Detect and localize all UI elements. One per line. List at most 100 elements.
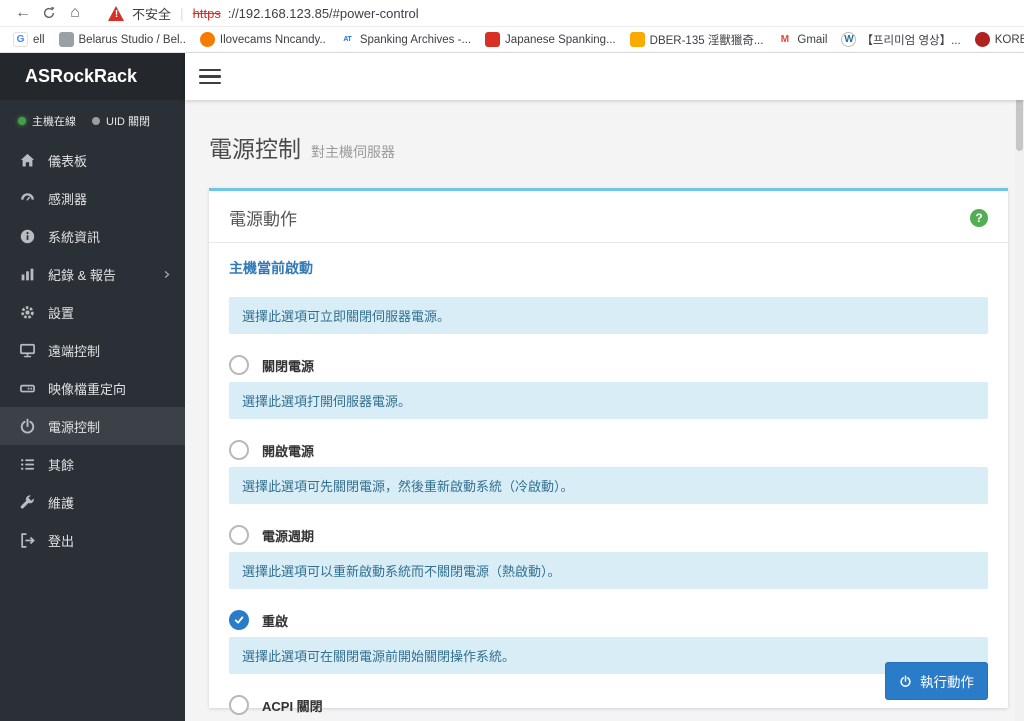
option-description-power-on: 選擇此選項打開伺服器電源。 bbox=[229, 382, 988, 419]
sidebar-item-label: 設置 bbox=[48, 305, 75, 321]
status-uid-off[interactable]: UID 關閉 bbox=[92, 113, 150, 129]
bookmark-label: ell bbox=[33, 33, 45, 46]
bookmark-label: Ilovecams Nncandy.. bbox=[219, 33, 326, 46]
gmail-favicon: M bbox=[777, 32, 793, 47]
info-icon bbox=[19, 228, 36, 245]
option-label: 開啟電源 bbox=[262, 443, 315, 459]
url-text: ://192.168.123.85/#power-control bbox=[227, 5, 419, 21]
sidebar-item-label: 其餘 bbox=[48, 457, 75, 473]
power-option-power-on[interactable]: 開啟電源 bbox=[229, 440, 988, 460]
address-separator: | bbox=[180, 5, 184, 21]
power-option-acpi-shutdown[interactable]: ACPI 關閉 bbox=[229, 695, 988, 715]
menu-toggle-icon[interactable] bbox=[199, 65, 221, 89]
sidebar-item-label: 系統資訊 bbox=[48, 229, 101, 245]
at-blue-favicon: AT bbox=[339, 32, 355, 47]
option-description-acpi-shutdown: 選擇此選項可在關閉電源前開始關閉操作系統。 bbox=[229, 637, 988, 674]
bookmark-item[interactable]: AT Spanking Archives -... bbox=[333, 30, 478, 49]
sidebar-item-system-info[interactable]: 系統資訊 bbox=[0, 217, 185, 255]
sidebar-item-remote-control[interactable]: 遠端控制 bbox=[0, 331, 185, 369]
bookmark-item[interactable]: Japanese Spanking... bbox=[478, 30, 623, 49]
card-header: 電源動作 ? bbox=[229, 205, 988, 230]
sidebar-item-logout[interactable]: 登出 bbox=[0, 521, 185, 559]
wordpress-favicon: W bbox=[841, 32, 857, 47]
host-state-text: 主機當前啟動 bbox=[229, 260, 313, 276]
power-action-card: 電源動作 ? 主機當前啟動 選擇此選項可立即關閉伺服器電源。關閉電源選擇此選項打… bbox=[209, 188, 1008, 715]
bookmark-label: 【프리미엄 영상】... bbox=[861, 34, 961, 47]
site-orange-favicon bbox=[199, 32, 215, 47]
top-header bbox=[185, 53, 1024, 100]
bookmark-item[interactable]: M Gmail bbox=[770, 30, 834, 49]
browser-chrome: ← ⌂ ! 不安全 | https ://192.168.123.85/#pow… bbox=[0, 0, 1024, 53]
sidebar-item-label: 維護 bbox=[48, 495, 75, 511]
radio-power-cycle[interactable] bbox=[229, 525, 249, 545]
option-label: ACPI 關閉 bbox=[262, 698, 323, 714]
sidebar-item-maintenance[interactable]: 維護 bbox=[0, 483, 185, 521]
site-darkred-favicon bbox=[974, 32, 990, 47]
site-gray-favicon bbox=[58, 32, 74, 47]
refresh-icon[interactable] bbox=[36, 6, 62, 20]
bookmark-item[interactable]: Ilovecams Nncandy.. bbox=[193, 30, 333, 49]
content-area: 電源控制 對主機伺服器 電源動作 ? 主機當前啟動 選擇此選項可立即關閉伺服器電源… bbox=[185, 100, 1024, 721]
back-icon[interactable]: ← bbox=[10, 5, 36, 21]
bookmark-item[interactable]: KOREAN HOT – Kor... bbox=[968, 30, 1024, 49]
main-area: 電源控制 對主機伺服器 電源動作 ? 主機當前啟動 選擇此選項可立即關閉伺服器電源… bbox=[185, 53, 1024, 721]
sidebar-item-image-redirection[interactable]: 映像檔重定向 bbox=[0, 369, 185, 407]
option-label: 關閉電源 bbox=[262, 358, 315, 374]
option-description-restart: 選擇此選項可以重新啟動系統而不關閉電源（熱啟動）。 bbox=[229, 552, 988, 589]
execute-button[interactable]: 執行動作 bbox=[885, 662, 988, 700]
bookmark-item[interactable]: DBER-135 淫獸獵奇... bbox=[623, 30, 771, 50]
power-option-restart[interactable]: 重啟 bbox=[229, 610, 988, 630]
card-actions: 執行動作 bbox=[885, 662, 988, 700]
sidebar-item-dashboard[interactable]: 儀表板 bbox=[0, 141, 185, 179]
sidebar-item-misc[interactable]: 其餘 bbox=[0, 445, 185, 483]
status-label: UID 關閉 bbox=[106, 116, 150, 128]
sidebar-item-logs-reports[interactable]: 紀錄 & 報告 bbox=[0, 255, 185, 293]
power-icon bbox=[899, 674, 912, 688]
bookmark-label: Spanking Archives -... bbox=[359, 33, 472, 46]
option-description-power-cycle: 選擇此選項可先關閉電源，然後重新啟動系統（冷啟動）。 bbox=[229, 467, 988, 504]
bookmark-item[interactable]: Belarus Studio / Bel.. bbox=[52, 30, 193, 49]
page-scrollbar[interactable] bbox=[1015, 53, 1024, 721]
bookmark-item[interactable]: Gell bbox=[6, 30, 52, 49]
warning-icon: ! bbox=[108, 5, 125, 21]
page-title-row: 電源控制 對主機伺服器 bbox=[209, 130, 1008, 164]
site-red-favicon bbox=[485, 32, 501, 47]
card-title: 電源動作 bbox=[229, 210, 297, 229]
bookmark-item[interactable]: W 【프리미엄 영상】... bbox=[834, 30, 967, 50]
sidebar-item-label: 映像檔重定向 bbox=[48, 381, 127, 397]
off-dot-icon bbox=[92, 117, 100, 125]
monitor-icon bbox=[19, 342, 36, 359]
browser-toolbar: ← ⌂ ! 不安全 | https ://192.168.123.85/#pow… bbox=[0, 0, 1024, 27]
radio-power-on[interactable] bbox=[229, 440, 249, 460]
bookmark-label: KOREAN HOT – Kor... bbox=[994, 33, 1024, 46]
online-dot-icon bbox=[18, 117, 26, 125]
address-bar[interactable]: ! 不安全 | https ://192.168.123.85/#power-c… bbox=[108, 4, 419, 23]
host-status-row: 主機在線 UID 關閉 bbox=[0, 100, 185, 141]
status-label: 主機在線 bbox=[32, 116, 76, 128]
bookmark-label: Belarus Studio / Bel.. bbox=[78, 33, 186, 46]
logout-icon bbox=[19, 532, 36, 549]
radio-power-off[interactable] bbox=[229, 355, 249, 375]
url-scheme: https bbox=[192, 5, 221, 21]
site-yellow-favicon bbox=[629, 32, 645, 47]
help-icon[interactable]: ? bbox=[970, 208, 988, 227]
sidebar-item-sensors[interactable]: 感測器 bbox=[0, 179, 185, 217]
sidebar-item-power-control[interactable]: 電源控制 bbox=[0, 407, 185, 445]
sidebar-item-label: 紀錄 & 報告 bbox=[48, 267, 116, 283]
gauge-icon bbox=[19, 190, 36, 207]
sidebar-item-settings[interactable]: 設置 bbox=[0, 293, 185, 331]
sidebar-item-label: 儀表板 bbox=[48, 153, 88, 169]
sidebar: ASRockRack 主機在線 UID 關閉 儀表板感測器系統資訊紀錄 & 報告設… bbox=[0, 53, 185, 721]
radio-acpi-shutdown[interactable] bbox=[229, 695, 249, 715]
radio-restart[interactable] bbox=[229, 610, 249, 630]
power-option-power-cycle[interactable]: 電源週期 bbox=[229, 525, 988, 545]
home-icon[interactable]: ⌂ bbox=[62, 5, 88, 21]
brand-logo: ASRockRack bbox=[0, 53, 185, 100]
status-host-online[interactable]: 主機在線 bbox=[18, 113, 76, 129]
power-option-power-off[interactable]: 關閉電源 bbox=[229, 355, 988, 375]
security-label: 不安全 bbox=[132, 6, 172, 22]
home-icon bbox=[19, 152, 36, 169]
sidebar-item-label: 感測器 bbox=[48, 191, 88, 207]
sidebar-item-label: 遠端控制 bbox=[48, 343, 101, 359]
option-description-power-off: 選擇此選項可立即關閉伺服器電源。 bbox=[229, 297, 988, 334]
